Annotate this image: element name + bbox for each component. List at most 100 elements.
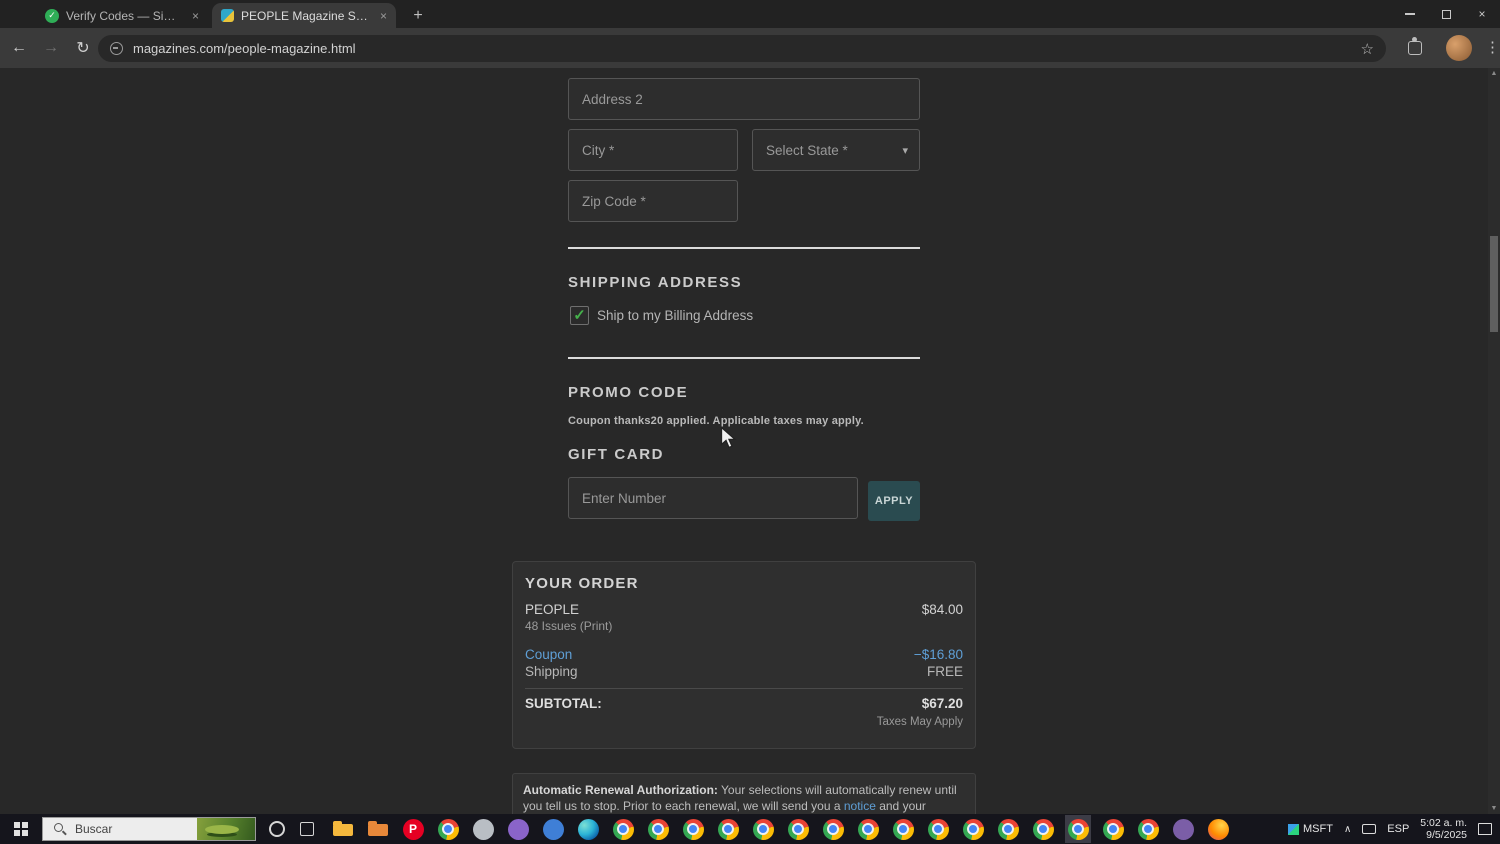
tab-title: Verify Codes — SimplyCodes — [66, 8, 185, 23]
chrome-icon[interactable] — [645, 815, 671, 843]
minimize-button[interactable] — [1392, 0, 1428, 28]
chrome-icon[interactable] — [610, 815, 636, 843]
shipping-row: Shipping FREE — [525, 664, 963, 679]
minimize-icon — [1405, 13, 1415, 15]
city-input[interactable] — [568, 129, 738, 171]
folder-icon[interactable] — [365, 815, 391, 843]
app-icon[interactable] — [470, 815, 496, 843]
tab-people-magazine[interactable]: PEOPLE Magazine Subscription × — [212, 3, 396, 28]
search-icon — [54, 823, 63, 832]
item-detail: 48 Issues (Print) — [525, 619, 613, 633]
check-icon: ✓ — [573, 307, 586, 324]
profile-avatar[interactable] — [1446, 35, 1472, 61]
chrome-icon[interactable] — [1030, 815, 1056, 843]
chrome-icon[interactable] — [435, 815, 461, 843]
chrome-icon[interactable] — [925, 815, 951, 843]
task-view-icon[interactable] — [300, 822, 314, 836]
start-button[interactable] — [0, 814, 42, 844]
language-indicator[interactable]: ESP — [1387, 823, 1409, 835]
item-price: $84.00 — [921, 602, 963, 617]
edge-icon[interactable] — [575, 815, 601, 843]
promo-applied-note: Coupon thanks20 applied. Applicable taxe… — [568, 415, 864, 427]
promo-code-heading: PROMO CODE — [568, 384, 689, 401]
chrome-icon[interactable] — [750, 815, 776, 843]
chrome-icon[interactable] — [820, 815, 846, 843]
pinterest-icon[interactable]: P — [400, 815, 426, 843]
display-icon[interactable] — [1362, 824, 1377, 834]
app-icon[interactable] — [505, 815, 531, 843]
ship-to-billing-checkbox[interactable]: ✓ — [570, 306, 589, 325]
msft-widget[interactable]: MSFT — [1288, 823, 1333, 835]
time: 5:02 a. m. — [1420, 817, 1467, 829]
chrome-icon[interactable] — [890, 815, 916, 843]
chrome-icon[interactable] — [680, 815, 706, 843]
chrome-icon[interactable] — [1135, 815, 1161, 843]
subtotal-value: $67.20 — [921, 696, 963, 711]
divider — [568, 357, 920, 359]
site-info-icon[interactable] — [110, 42, 123, 55]
state-select[interactable]: Select State * ▾ — [752, 129, 920, 171]
ship-to-billing-label[interactable]: Ship to my Billing Address — [597, 308, 753, 323]
subtotal-label: SUBTOTAL: — [525, 696, 602, 711]
zip-input[interactable] — [568, 180, 738, 222]
browser-menu-icon[interactable]: ⋮ — [1485, 38, 1500, 56]
notification-center-icon[interactable] — [1478, 823, 1492, 835]
scrollbar-thumb[interactable] — [1490, 236, 1498, 332]
clock[interactable]: 5:02 a. m. 9/5/2025 — [1420, 817, 1467, 841]
renewal-title: Automatic Renewal Authorization: — [523, 783, 718, 797]
order-heading: YOUR ORDER — [525, 575, 639, 592]
check-icon: ✓ — [48, 10, 56, 20]
divider — [568, 247, 920, 249]
shipping-label: Shipping — [525, 664, 578, 679]
taskbar-search[interactable]: Buscar — [42, 817, 256, 841]
close-window-button[interactable]: × — [1464, 0, 1500, 28]
maximize-button[interactable] — [1428, 0, 1464, 28]
scroll-up-icon[interactable]: ▲ — [1488, 70, 1500, 77]
order-summary: YOUR ORDER PEOPLE $84.00 48 Issues (Prin… — [512, 561, 976, 749]
windows-logo-icon — [14, 822, 28, 836]
chrome-icon[interactable] — [785, 815, 811, 843]
date: 9/5/2025 — [1426, 829, 1467, 841]
app-icon[interactable] — [540, 815, 566, 843]
coupon-row: Coupon −$16.80 — [525, 647, 963, 662]
app-icon[interactable] — [1170, 815, 1196, 843]
address-bar[interactable]: magazines.com/people-magazine.html ☆ — [98, 35, 1386, 62]
extensions-icon[interactable] — [1408, 37, 1422, 55]
taskbar-apps: P — [330, 815, 1231, 843]
coupon-link[interactable]: Coupon — [525, 647, 572, 662]
renewal-authorization: Automatic Renewal Authorization: Your se… — [512, 773, 976, 814]
simplycodes-favicon: ✓ — [45, 8, 59, 23]
tab-close-icon[interactable]: × — [192, 9, 199, 23]
browser-toolbar: ← → ↻ magazines.com/people-magazine.html… — [0, 28, 1500, 68]
item-name: PEOPLE — [525, 602, 580, 617]
tab-close-icon[interactable]: × — [380, 9, 387, 23]
chrome-icon[interactable] — [1100, 815, 1126, 843]
order-divider — [525, 688, 963, 689]
assistant-icon[interactable] — [269, 821, 285, 837]
chrome-icon[interactable] — [995, 815, 1021, 843]
chrome-icon[interactable] — [855, 815, 881, 843]
apply-button[interactable]: APPLY — [868, 481, 920, 521]
tab-strip: ✓ Verify Codes — SimplyCodes × PEOPLE Ma… — [0, 0, 1500, 28]
reload-button[interactable]: ↻ — [70, 35, 96, 61]
forward-button[interactable]: → — [38, 35, 64, 61]
notice-link[interactable]: notice — [844, 799, 876, 813]
people-favicon — [221, 9, 234, 22]
chrome-icon[interactable] — [1065, 815, 1091, 843]
tab-simplycodes[interactable]: ✓ Verify Codes — SimplyCodes × — [36, 3, 208, 28]
new-tab-button[interactable]: + — [406, 4, 430, 28]
tray-chevron-icon[interactable]: ∧ — [1344, 824, 1351, 835]
search-placeholder: Buscar — [75, 822, 113, 836]
chrome-icon[interactable] — [960, 815, 986, 843]
back-button[interactable]: ← — [6, 35, 32, 61]
bookmark-star-icon[interactable]: ☆ — [1361, 40, 1374, 58]
gift-card-input[interactable] — [568, 477, 858, 519]
chrome-icon[interactable] — [715, 815, 741, 843]
scrollbar[interactable]: ▲ ▼ — [1488, 68, 1500, 814]
system-tray: MSFT ∧ ESP 5:02 a. m. 9/5/2025 — [1288, 817, 1500, 841]
file-explorer-icon[interactable] — [330, 815, 356, 843]
msft-label: MSFT — [1303, 823, 1333, 835]
scroll-down-icon[interactable]: ▼ — [1488, 805, 1500, 812]
firefox-icon[interactable] — [1205, 815, 1231, 843]
address2-input[interactable] — [568, 78, 920, 120]
